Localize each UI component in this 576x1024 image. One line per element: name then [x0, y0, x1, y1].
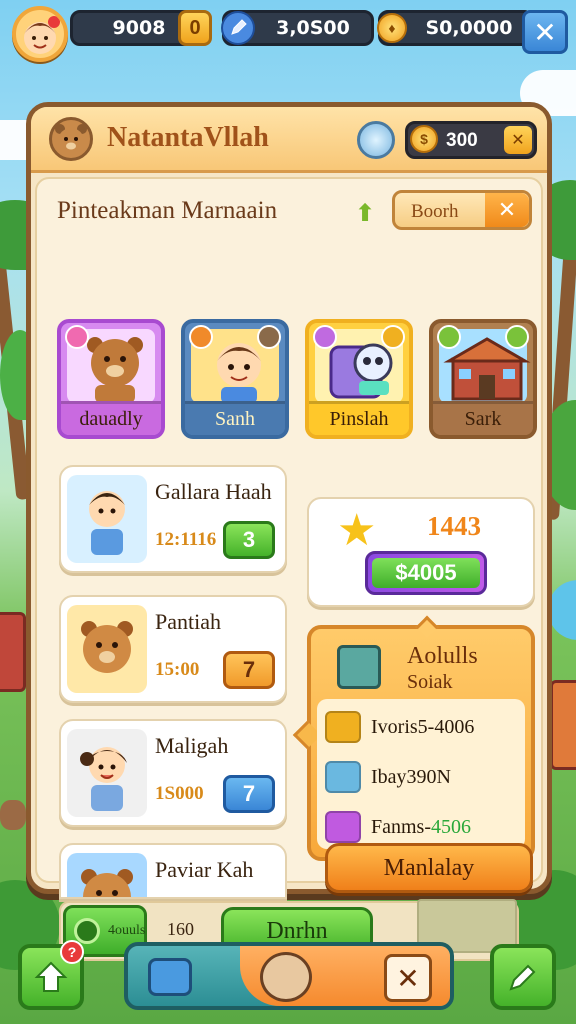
camera-icon[interactable] — [148, 958, 192, 996]
item-name: Maligah — [155, 733, 229, 758]
coin-icon: $ — [410, 125, 438, 153]
heart-badge-icon — [65, 325, 89, 349]
currency-2-value: 3,0S00 — [276, 17, 350, 39]
player-face-icon — [24, 16, 60, 54]
refresh-icon — [74, 918, 100, 944]
category-card-2[interactable]: Sanh — [181, 319, 289, 439]
category-card-4[interactable]: Sark — [429, 319, 537, 439]
top-hud: 9008 0 3,0S00 ♦ S0,0000 ✕ — [8, 6, 568, 62]
star-icon: ★ — [337, 506, 377, 555]
list-item-3[interactable]: Maligah 1S000 7 — [59, 719, 287, 827]
price-label: $4005 — [372, 558, 480, 588]
item-number: 12:1116 — [155, 529, 217, 550]
clear-filter-button[interactable]: ✕ — [485, 193, 529, 227]
offer-row-text: Ibay390N — [371, 765, 451, 788]
panel-header: NatantaVllah $ 300 ✕ — [31, 107, 547, 173]
pencil-icon — [221, 11, 255, 45]
gift-box-icon — [325, 761, 361, 793]
pet-avatar-icon[interactable] — [260, 952, 312, 1002]
tag-badge-icon — [189, 325, 213, 349]
item-name: Pantiah — [155, 609, 221, 634]
currency-2-display: 3,0S00 — [221, 10, 374, 46]
bear-portrait — [67, 605, 147, 693]
gold-bar-icon — [325, 711, 361, 743]
list-item-2[interactable]: Pantiah 15:00 7 — [59, 595, 287, 703]
leaf-badge-icon — [437, 325, 461, 349]
reward-card[interactable]: ★ 1443 $4005 — [307, 497, 535, 607]
currency-3-value: S0,0000 — [425, 17, 513, 39]
bear-portrait — [67, 853, 147, 897]
check-badge-icon — [505, 325, 529, 349]
offer-row-2: Ibay390N — [325, 755, 517, 799]
pencil-icon — [509, 964, 536, 991]
bear-icon — [49, 117, 93, 161]
category-label-4: Sark — [433, 401, 533, 435]
list-item-4[interactable]: Paviar Kah — [59, 843, 287, 899]
bottom-count: 160 — [167, 919, 194, 939]
panel-currency-value: 300 — [446, 130, 478, 151]
offer-subtitle: Soiak — [407, 671, 453, 693]
boy-portrait — [67, 475, 147, 563]
search-filter[interactable]: Boorh ✕ — [392, 190, 532, 230]
item-number: 15:00 — [155, 659, 200, 680]
player-avatar[interactable] — [12, 6, 68, 62]
panel-body: Pinteakman Marnaain ⬆ Boorh ✕ dauadly Sa… — [35, 177, 543, 961]
item-action-button[interactable]: 7 — [223, 651, 275, 689]
close-panel-button[interactable]: ✕ — [504, 126, 532, 154]
currency-3-display: ♦ S0,0000 — [377, 10, 534, 46]
item-action-button[interactable]: 7 — [223, 775, 275, 813]
item-number: 1S000 — [155, 783, 204, 804]
close-top-button[interactable]: ✕ — [522, 10, 568, 54]
panel-title: NatantaVllah — [107, 122, 269, 153]
shield-coin-icon: ♦ — [377, 13, 407, 43]
notification-badge: ? — [60, 940, 84, 964]
buy-price-button[interactable]: $4005 — [365, 551, 487, 595]
small-green-label: 4ouuls — [108, 923, 146, 938]
coin-badge-icon — [381, 325, 405, 349]
item-name: Gallara Haah — [155, 479, 272, 504]
search-filter-label: Boorh — [411, 201, 459, 222]
center-nav: ✕ — [124, 942, 454, 1010]
reward-value: 1443 — [427, 511, 481, 541]
lock-badge-icon — [257, 325, 281, 349]
tools-icon[interactable]: ✕ — [384, 954, 432, 1002]
home-up-icon — [34, 961, 68, 992]
girl-portrait — [67, 729, 147, 817]
gems-icon — [325, 811, 361, 843]
chest-icon — [337, 645, 381, 689]
offer-row-1: Ivoris5-4006 — [325, 705, 517, 749]
pointer-notch — [415, 615, 439, 639]
offer-panel: Aolulls Soiak Ivoris5-4006 Ibay390N Fanm… — [292, 615, 535, 861]
currency-1-add-button[interactable]: 0 — [178, 10, 212, 46]
arrow-up-icon: ⬆ — [355, 200, 376, 227]
offer-title: Aolulls — [407, 643, 478, 669]
gamepad-badge-icon — [313, 325, 337, 349]
edit-button[interactable] — [490, 944, 556, 1010]
shop-panel: NatantaVllah $ 300 ✕ Pinteakman Marnaain… — [26, 102, 552, 961]
category-label-2: Sanh — [185, 401, 285, 435]
category-card-3[interactable]: Pinslah — [305, 319, 413, 439]
item-action-button[interactable]: 3 — [223, 521, 275, 559]
gem-icon — [357, 121, 395, 159]
action-button[interactable]: Manlalay — [325, 843, 533, 893]
category-label-3: Pinslah — [309, 401, 409, 435]
category-label-1: dauadly — [61, 401, 161, 435]
offer-row-text: Fanms- — [371, 815, 431, 838]
section-title: Pinteakman Marnaain — [57, 197, 278, 224]
offer-list: Ivoris5-4006 Ibay390N Fanms-4506 — [317, 699, 525, 849]
list-item-1[interactable]: Gallara Haah 12:1116 3 — [59, 465, 287, 573]
panel-currency-display: $ 300 ✕ — [405, 121, 537, 159]
offer-row-highlight: 4506 — [431, 815, 471, 838]
offer-row-text: Ivoris5-4006 — [371, 715, 475, 738]
item-name: Paviar Kah — [155, 857, 254, 882]
category-card-1[interactable]: dauadly — [57, 319, 165, 439]
